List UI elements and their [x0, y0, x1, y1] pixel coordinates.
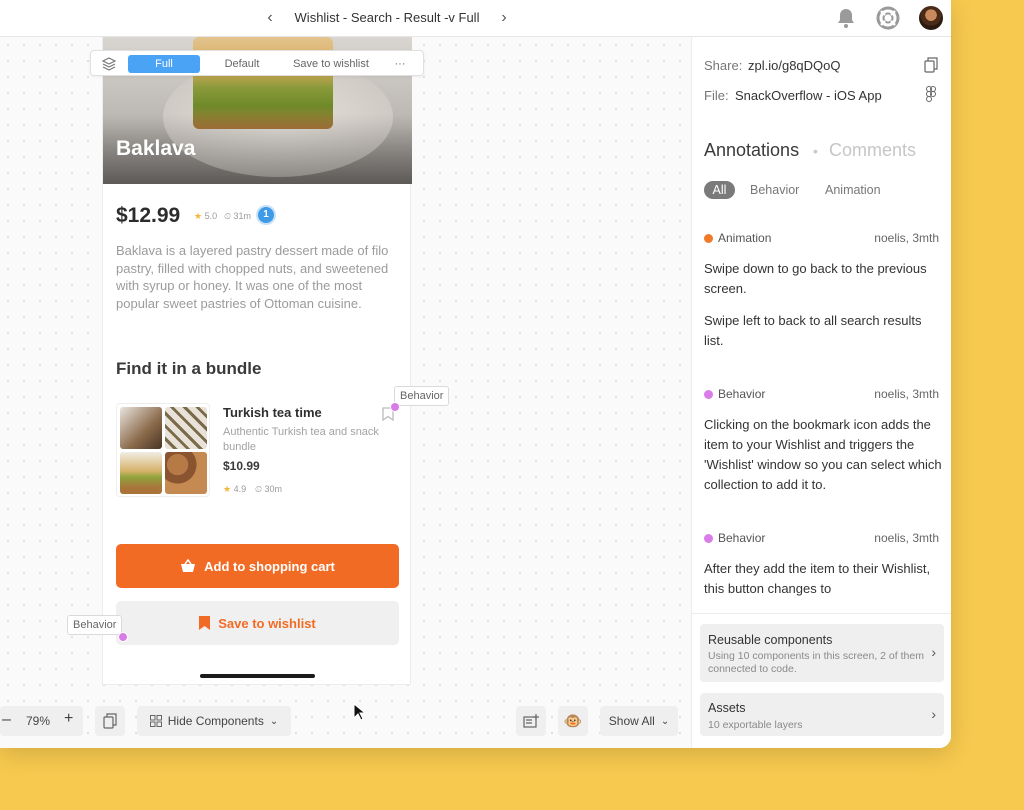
share-link[interactable]: zpl.io/g8qDQoQ [748, 58, 841, 73]
bundle-price: $10.99 [223, 459, 260, 473]
annotation-header: Behavior noelis, 3mth [704, 387, 939, 401]
assets-subtitle: 10 exportable layers [708, 719, 803, 731]
chevron-left-icon[interactable]: ‹ [262, 8, 278, 28]
annotation-text: After they add the item to their Wishlis… [704, 561, 931, 596]
file-name[interactable]: SnackOverflow - iOS App [735, 88, 882, 103]
product-price: $12.99 [116, 204, 181, 227]
chevron-right-icon[interactable]: › [496, 8, 512, 28]
annotation-text: Clicking on the bookmark icon adds the i… [704, 417, 942, 492]
behavior-tag[interactable]: Behavior [67, 615, 123, 635]
product-rating: ★ 5.0 [194, 211, 218, 221]
behavior-dot-icon [704, 390, 713, 399]
hide-components-dropdown[interactable]: Hide Components ⌄ [137, 706, 291, 736]
monkey-icon[interactable]: 🐵 [558, 706, 588, 736]
add-to-cart-label: Add to shopping cart [204, 558, 335, 574]
tab-annotations[interactable]: Annotations [704, 140, 799, 161]
copy-icon[interactable] [924, 57, 938, 73]
reusable-components-subtitle: Using 10 components in this screen, 2 of… [708, 650, 924, 675]
chevron-right-icon: › [931, 644, 936, 660]
hide-components-label: Hide Components [167, 714, 264, 728]
behavior-pin[interactable] [118, 632, 128, 642]
layers-icon[interactable] [101, 56, 117, 72]
tab-full[interactable]: Full [128, 55, 200, 73]
bundle-thumbnails [116, 403, 210, 497]
bundle-card[interactable]: Turkish tea time Authentic Turkish tea a… [116, 403, 400, 501]
annotation-author: noelis, 3mth [874, 231, 939, 245]
reusable-components-card[interactable]: Reusable components Using 10 components … [700, 624, 944, 682]
file-label: File: [704, 88, 729, 103]
filter-animation[interactable]: Animation [825, 181, 881, 199]
bottom-toolbar: – 79% + Hide Components ⌄ 🐵 Show All ⌄ [0, 706, 691, 738]
app-window: ‹ Wishlist - Search - Result -v Full › B… [0, 0, 951, 748]
home-indicator [200, 674, 315, 678]
figma-icon[interactable] [924, 86, 938, 102]
assets-card[interactable]: Assets 10 exportable layers › [700, 693, 944, 736]
tab-save-to-wishlist[interactable]: Save to wishlist [286, 55, 376, 73]
annotation-author: noelis, 3mth [874, 531, 939, 545]
mouse-cursor-icon [353, 703, 365, 721]
clock-icon: ⏲ [224, 211, 232, 221]
clock-icon: ⏲ [255, 484, 263, 494]
show-all-label: Show All [608, 714, 655, 728]
annotation-header: Animation noelis, 3mth [704, 231, 939, 245]
annotation-type: Behavior [718, 387, 766, 401]
components-icon [149, 715, 162, 727]
bundle-title: Turkish tea time [223, 405, 322, 420]
bundle-subtitle: Authentic Turkish tea and snack bundle [223, 426, 379, 453]
reusable-components-title: Reusable components [708, 633, 833, 647]
annotation-author: noelis, 3mth [874, 387, 939, 401]
avatar[interactable] [919, 6, 943, 30]
behavior-pin[interactable] [390, 402, 400, 412]
filter-all[interactable]: All [704, 181, 735, 199]
product-title: Baklava [116, 137, 196, 160]
behavior-dot-icon [704, 534, 713, 543]
more-icon[interactable]: ··· [391, 55, 409, 73]
chevron-right-icon: › [931, 706, 936, 722]
annotation-text: Swipe left to back to all search results… [704, 313, 922, 348]
chevron-down-icon: ⌄ [660, 715, 670, 727]
filter-behavior[interactable]: Behavior [750, 181, 799, 199]
save-to-wishlist-label: Save to wishlist [218, 615, 316, 631]
product-time: ⏲ 31m [224, 211, 252, 221]
bundle-time: ⏲ 30m [255, 484, 283, 494]
behavior-tag[interactable]: Behavior [394, 386, 450, 406]
design-canvas: Baklava $12.99 ★ 5.0 ⏲ 31m 1 Baklava is … [0, 37, 691, 748]
share-label: Share: [704, 58, 743, 73]
top-bar: ‹ Wishlist - Search - Result -v Full › [0, 0, 951, 37]
tab-default[interactable]: Default [211, 55, 273, 73]
bookmark-filled-icon [199, 616, 211, 630]
tab-comments[interactable]: Comments [829, 140, 916, 161]
bundle-heading: Find it in a bundle [116, 359, 262, 378]
assets-title: Assets [708, 701, 746, 715]
panel-divider [692, 613, 951, 614]
annotation-text: Swipe down to go back to the previous sc… [704, 261, 927, 296]
animation-dot-icon [704, 234, 713, 243]
add-note-icon[interactable] [516, 706, 546, 736]
basket-icon [181, 559, 196, 572]
chevron-down-icon: ⌄ [269, 715, 279, 727]
star-icon: ★ [194, 211, 203, 221]
zoom-out-button[interactable]: – [2, 711, 11, 729]
zoom-control: – 79% + [0, 706, 83, 736]
inspector-panel: Share: zpl.io/g8qDQoQ File: SnackOverflo… [691, 37, 951, 748]
annotation-type: Animation [718, 231, 772, 245]
copy-icon[interactable] [95, 706, 125, 736]
zoom-level: 79% [26, 714, 51, 728]
bell-icon[interactable] [834, 6, 858, 30]
separator-dot: • [813, 143, 818, 159]
phone-screen: Baklava $12.99 ★ 5.0 ⏲ 31m 1 Baklava is … [102, 37, 412, 685]
annotation-header: Behavior noelis, 3mth [704, 531, 939, 545]
variant-toolbar: Full Default Save to wishlist ··· [90, 50, 424, 76]
lifebuoy-icon[interactable] [876, 6, 900, 30]
add-to-cart-button[interactable]: Add to shopping cart [116, 544, 399, 588]
show-all-dropdown[interactable]: Show All ⌄ [600, 706, 678, 736]
bundle-rating: ★ 4.9 [223, 484, 247, 494]
star-icon: ★ [223, 484, 232, 494]
annotation-type: Behavior [718, 531, 766, 545]
screen-title: Wishlist - Search - Result -v Full [294, 10, 480, 25]
zoom-in-button[interactable]: + [64, 710, 73, 728]
annotation-count-badge[interactable]: 1 [256, 205, 276, 225]
save-to-wishlist-button[interactable]: Save to wishlist [116, 601, 399, 645]
product-description: Baklava is a layered pastry dessert made… [116, 243, 389, 311]
